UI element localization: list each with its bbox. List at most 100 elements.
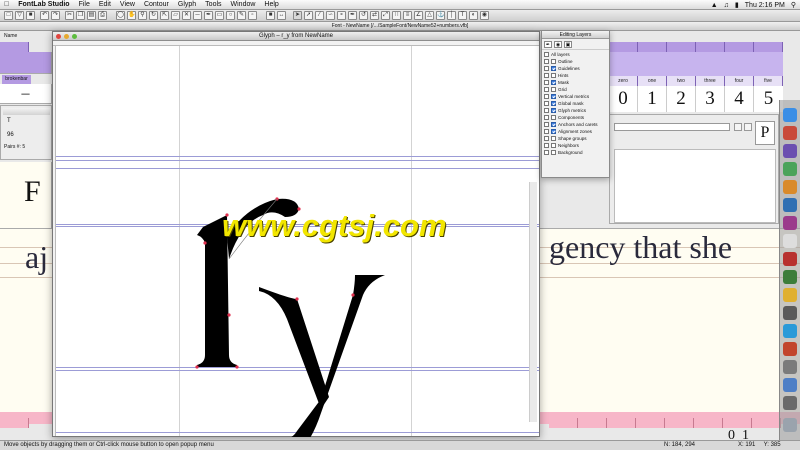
app-menu[interactable]: FontLab Studio [18,1,69,8]
align-tool-icon[interactable]: ≡ [403,11,412,20]
app-dock-icon[interactable] [783,324,797,338]
bottom-cell[interactable] [549,418,578,428]
layer-row[interactable]: Outline [544,58,607,65]
measure-tool-icon[interactable]: ∠ [414,11,423,20]
layer-row[interactable]: Components [544,114,607,121]
bottom-cell[interactable] [0,418,29,428]
glyph-cell-brokenbar[interactable]: – [0,84,52,104]
layer-visible-checkbox[interactable] [544,108,549,113]
hint-tool-icon[interactable]: △ [425,11,434,20]
trash-dock-icon[interactable] [783,418,797,432]
vertical-scrollbar[interactable] [529,182,537,422]
layer-row[interactable]: Alignment zones [544,128,607,135]
glyph-cell-p[interactable]: P [755,121,775,145]
layer-checkbox[interactable] [551,59,556,64]
guide-line[interactable] [53,160,539,161]
layer-row[interactable]: Mask [544,79,607,86]
properties-button[interactable] [734,123,742,131]
lock-layer-icon[interactable]: ▣ [564,41,572,48]
layer-visible-checkbox[interactable] [544,66,549,71]
save-icon[interactable]: ■ [26,11,35,20]
glyph-node[interactable] [195,365,199,369]
spotlight-icon[interactable]: ⚲ [791,1,796,9]
layer-visible-checkbox[interactable] [544,115,549,120]
layer-checkbox[interactable] [551,143,556,148]
layer-row-all[interactable]: All layers [544,51,607,58]
properties-field[interactable] [614,123,730,131]
battery-icon[interactable]: ▮ [735,1,739,9]
bottom-cell[interactable] [607,418,636,428]
close-icon[interactable] [56,34,61,39]
bottom-cell[interactable] [752,418,781,428]
all-layers-checkbox[interactable] [544,52,549,57]
curve-tool-icon[interactable]: ∽ [326,11,335,20]
glyph-node[interactable] [295,297,299,301]
header-cell[interactable] [725,42,754,52]
contour-tool-icon[interactable]: ↺ [359,11,368,20]
layer-visible-checkbox[interactable] [544,73,549,78]
app-dock-icon[interactable] [783,342,797,356]
line-tool-icon[interactable]: ⁄ [315,11,324,20]
volume-icon[interactable]: ♫ [724,2,729,9]
layer-visible-checkbox[interactable] [544,136,549,141]
menu-file[interactable]: File [79,1,90,8]
apple-icon[interactable]:  [4,1,9,8]
bottom-cell[interactable] [694,418,723,428]
menu-contour[interactable]: Contour [144,1,169,8]
app-dock-icon[interactable] [783,306,797,320]
edit-tool-icon[interactable]: ➚ [304,11,313,20]
hand-icon[interactable]: ✋ [127,11,136,20]
scale-icon[interactable]: ⇱ [160,11,169,20]
rectangle-icon[interactable]: ▭ [215,11,224,20]
layer-checkbox[interactable] [551,122,556,127]
redo-icon[interactable]: ↷ [51,11,60,20]
bezier-tool-icon[interactable]: ✒ [348,11,357,20]
menu-view[interactable]: View [120,1,135,8]
layer-visible-checkbox[interactable] [544,80,549,85]
bottom-cell[interactable] [578,418,607,428]
glyph-cell-left-top[interactable] [0,52,52,74]
bottom-cell[interactable] [636,418,665,428]
app-dock-icon[interactable] [783,162,797,176]
app-dock-icon[interactable] [783,126,797,140]
rotate-icon[interactable]: ↻ [149,11,158,20]
layer-visible-checkbox[interactable] [544,101,549,106]
horizontal-ruler[interactable] [53,41,539,46]
brush-icon[interactable]: ✎ [237,11,246,20]
bottom-cell[interactable] [723,418,752,428]
layer-visible-checkbox[interactable] [544,59,549,64]
menu-edit[interactable]: Edit [99,1,111,8]
guide-tool-icon[interactable]: │ [447,11,456,20]
layer-row[interactable]: Global mask [544,100,607,107]
app-dock-icon[interactable] [783,360,797,374]
vertical-ruler[interactable] [53,46,56,436]
open-icon[interactable]: ▽ [15,11,24,20]
app-dock-icon[interactable] [783,252,797,266]
metrics-icon[interactable]: ↔ [277,11,286,20]
layer-checkbox[interactable] [551,73,556,78]
skew-icon[interactable]: ▱ [171,11,180,20]
app-dock-icon[interactable] [783,378,797,392]
copy-icon[interactable]: ❐ [76,11,85,20]
layer-visible-checkbox[interactable] [544,143,549,148]
menu-window[interactable]: Window [231,1,256,8]
layer-checkbox[interactable] [551,115,556,120]
mask-tool-icon[interactable]: ◐ [469,11,478,20]
glyph-node[interactable] [227,313,231,317]
glyph-cell-two[interactable]: 2 [667,86,696,112]
layer-visible-checkbox[interactable] [544,150,549,155]
guide-line[interactable] [53,156,539,157]
app-dock-icon[interactable] [783,396,797,410]
header-cell[interactable] [609,42,638,52]
ruler-icon[interactable]: ─ [193,11,202,20]
app-dock-icon[interactable] [783,288,797,302]
menu-help[interactable]: Help [264,1,278,8]
layer-row[interactable]: Grid [544,86,607,93]
undo-icon[interactable]: ↶ [40,11,49,20]
glyph-node[interactable] [351,293,355,297]
zoom-window-icon[interactable] [72,34,77,39]
layer-visible-checkbox[interactable] [544,94,549,99]
print-icon[interactable]: ⎙ [98,11,107,20]
app-dock-icon[interactable] [783,234,797,248]
app-dock-icon[interactable] [783,144,797,158]
